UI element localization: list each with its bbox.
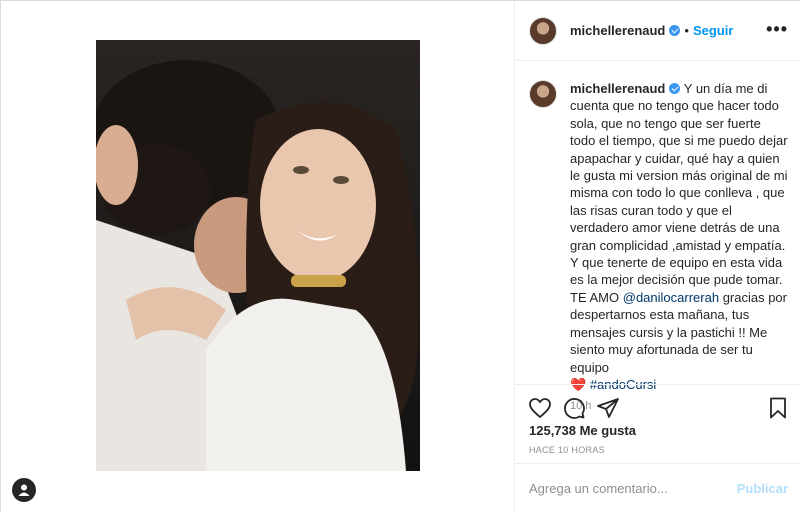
profile-button[interactable] xyxy=(12,478,36,502)
like-count[interactable]: 125,738 Me gusta xyxy=(529,423,636,438)
post-photo[interactable] xyxy=(96,40,420,471)
caption-body-2-prefix: TE AMO xyxy=(570,289,620,305)
comments-section: michellerenaud Y un día me di cuenta que… xyxy=(515,62,800,412)
instagram-post: michellerenaud • Seguir ••• michellerena… xyxy=(0,0,800,512)
more-options-icon[interactable]: ••• xyxy=(766,20,788,38)
caption-mention-link[interactable]: @danilocarrerah xyxy=(623,290,719,305)
post-header: michellerenaud • Seguir ••• xyxy=(515,1,800,61)
comment-form: Publicar xyxy=(515,463,800,512)
post-date[interactable]: HACE 10 HORAS xyxy=(529,445,605,455)
post-media-area xyxy=(1,1,514,512)
separator-dot: • xyxy=(684,23,689,38)
heart-outline-icon[interactable] xyxy=(528,396,552,420)
caption-text: michellerenaud Y un día me di cuenta que… xyxy=(570,80,788,393)
verified-badge-icon xyxy=(669,83,681,94)
photo-illustration xyxy=(96,40,420,471)
comment-input[interactable] xyxy=(529,481,737,496)
bookmark-icon[interactable] xyxy=(766,396,790,420)
caption-body: Y un día me di cuenta que no tengo que h… xyxy=(570,81,788,288)
action-bar xyxy=(515,384,800,428)
paper-plane-icon[interactable] xyxy=(596,396,620,420)
comment-bubble-icon[interactable] xyxy=(562,396,586,420)
caption-author-avatar[interactable] xyxy=(529,80,557,108)
post-side-panel: michellerenaud • Seguir ••• michellerena… xyxy=(514,1,800,512)
follow-button[interactable]: Seguir xyxy=(693,23,733,38)
author-avatar[interactable] xyxy=(529,16,557,45)
caption-username[interactable]: michellerenaud xyxy=(570,81,665,96)
publish-button[interactable]: Publicar xyxy=(737,481,788,496)
caption-block: michellerenaud Y un día me di cuenta que… xyxy=(570,80,788,412)
verified-badge-icon xyxy=(669,25,681,36)
author-username[interactable]: michellerenaud xyxy=(570,23,665,38)
person-icon xyxy=(18,484,30,496)
